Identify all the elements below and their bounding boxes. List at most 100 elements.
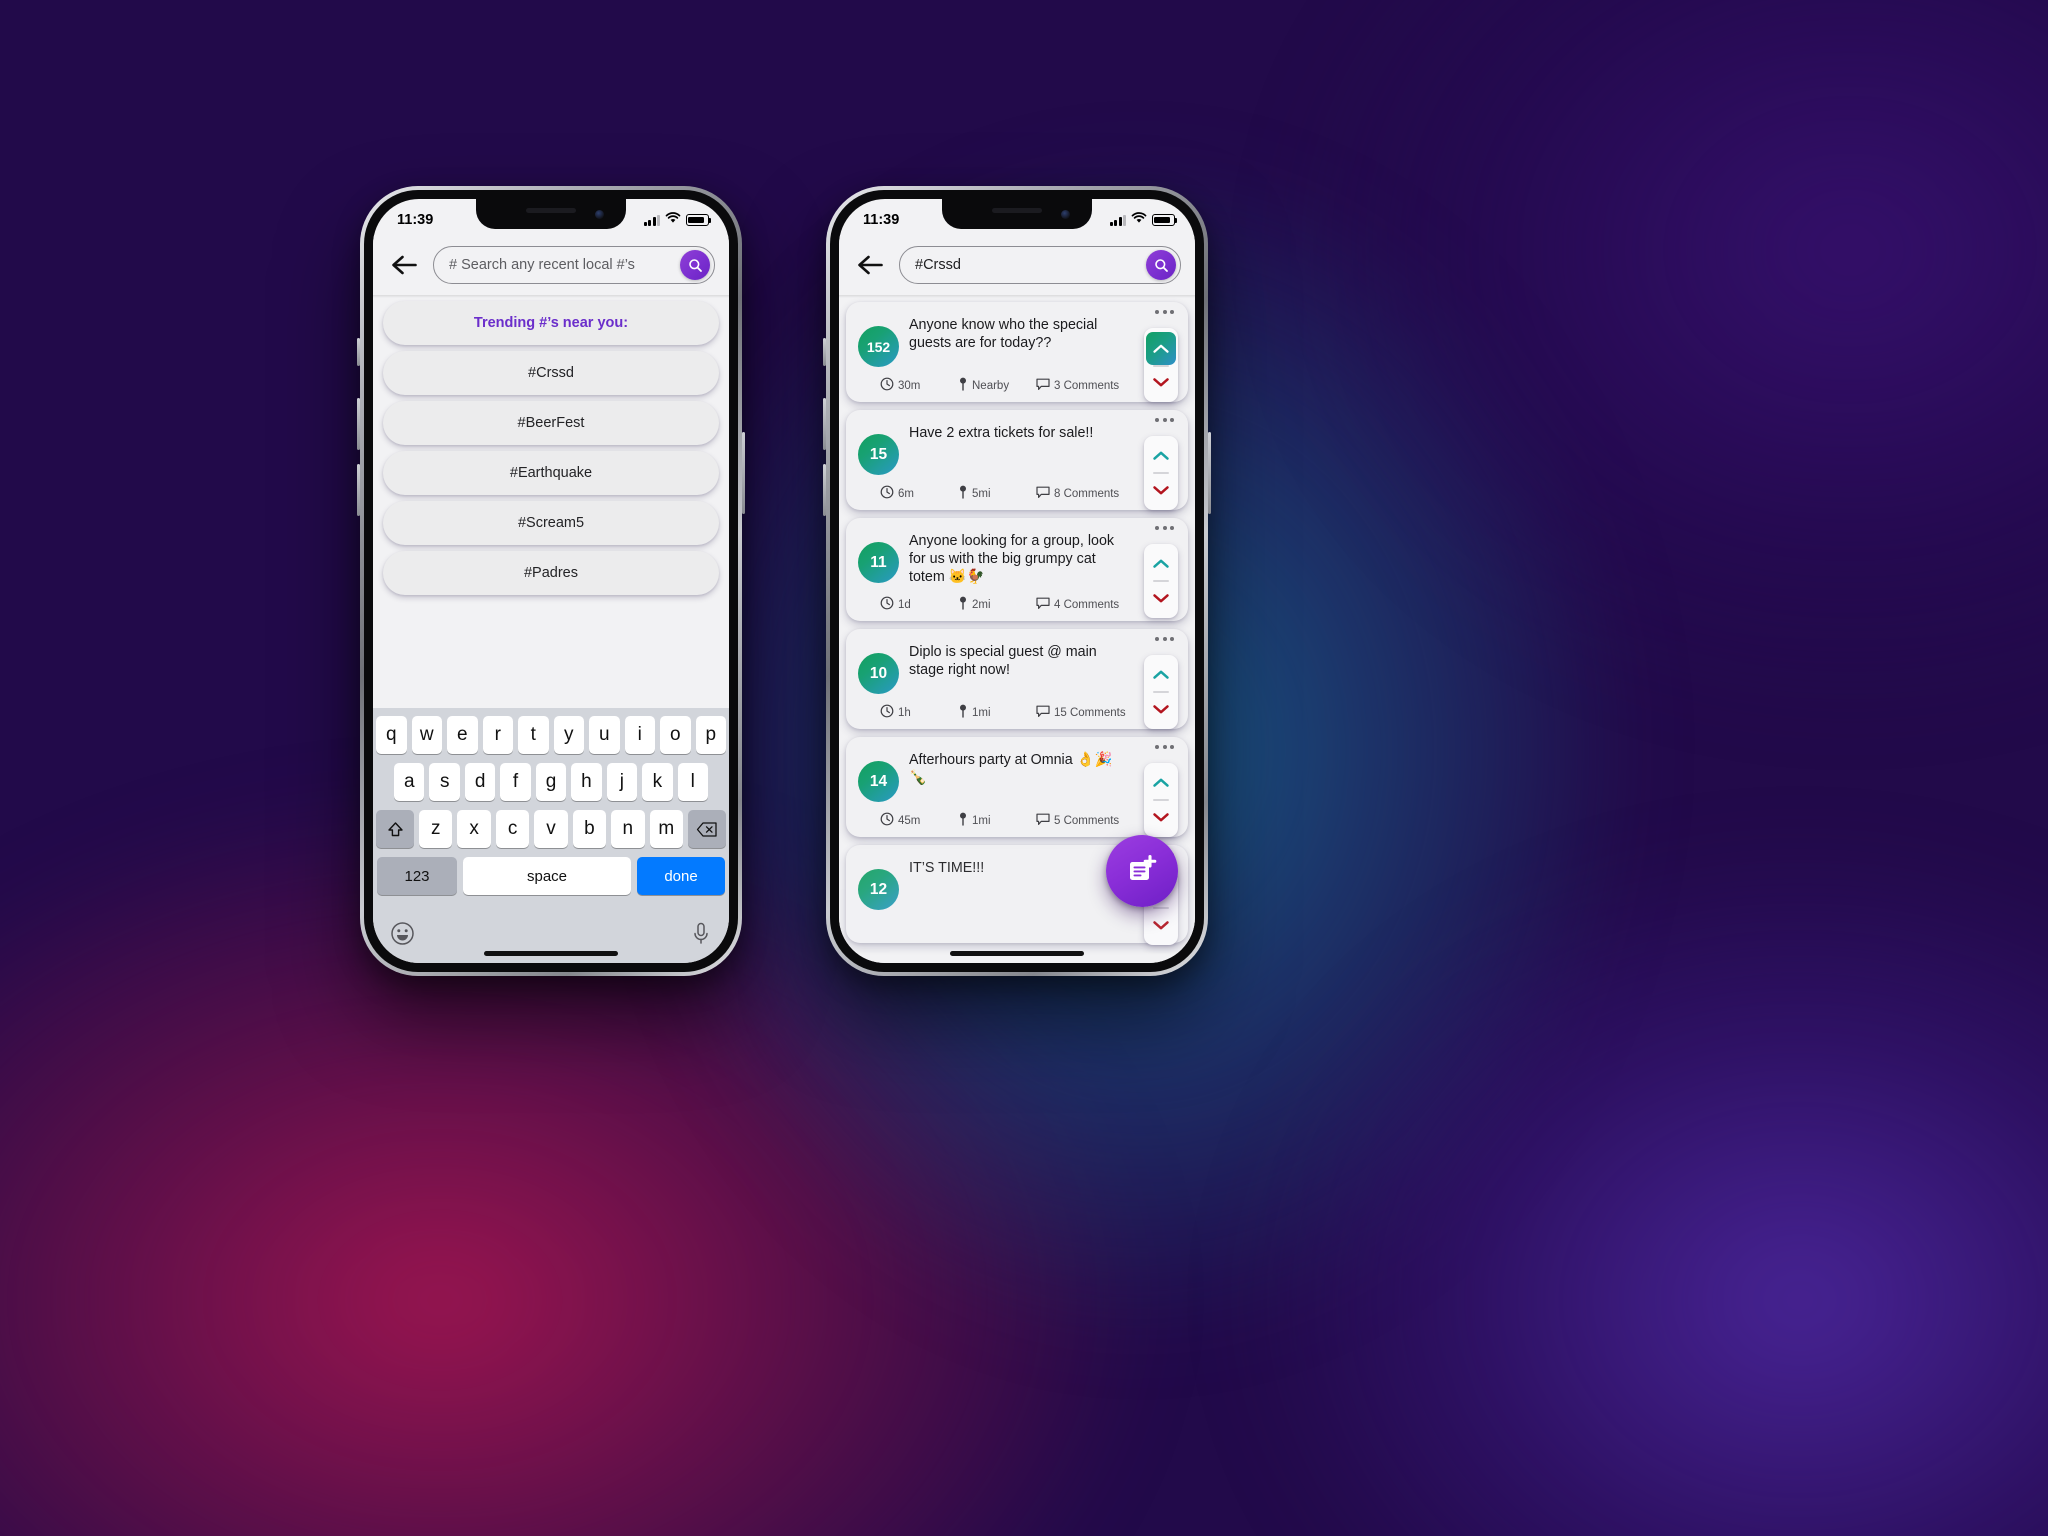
vote-control[interactable]: [1144, 328, 1178, 402]
back-arrow-icon[interactable]: [389, 249, 421, 281]
more-options-icon[interactable]: [1155, 526, 1174, 530]
post-comments-label: 8 Comments: [1054, 487, 1120, 500]
volume-up-button[interactable]: [357, 398, 360, 450]
key-i[interactable]: i: [624, 716, 655, 754]
key-e[interactable]: e: [447, 716, 478, 754]
more-options-icon[interactable]: [1155, 745, 1174, 749]
home-indicator[interactable]: [484, 951, 618, 956]
vote-control[interactable]: [1144, 436, 1178, 510]
key-d[interactable]: d: [464, 763, 496, 801]
post-card[interactable]: 10 Diplo is special guest @ main stage r…: [846, 629, 1188, 729]
search-placeholder-text: # Search any recent local #’s: [449, 257, 635, 273]
trending-item-scream5[interactable]: #Scream5: [383, 501, 719, 545]
chevron-up-icon[interactable]: [1144, 549, 1178, 579]
chevron-down-icon[interactable]: [1144, 694, 1178, 724]
key-l[interactable]: l: [677, 763, 708, 801]
done-key[interactable]: done: [637, 857, 725, 895]
on-screen-keyboard[interactable]: q w e r t y u i o p a s d f g h j k l z …: [373, 708, 729, 963]
post-comments[interactable]: 8 Comments: [1036, 486, 1119, 502]
chevron-up-icon[interactable]: [1144, 660, 1178, 690]
key-y[interactable]: y: [553, 716, 584, 754]
volume-up-button[interactable]: [823, 398, 826, 450]
key-q[interactable]: q: [376, 716, 407, 754]
key-c[interactable]: c: [495, 810, 530, 848]
mute-switch[interactable]: [823, 338, 826, 366]
comment-bubble-icon: [1036, 486, 1050, 502]
right-phone-device: 11:39 #Crssd 152 Anyone know who the spe…: [823, 186, 1211, 976]
post-comments-label: 15 Comments: [1054, 706, 1126, 719]
volume-down-button[interactable]: [823, 464, 826, 516]
key-t[interactable]: t: [518, 716, 549, 754]
vote-divider: [1153, 799, 1169, 801]
wifi-icon: [1131, 212, 1147, 228]
map-pin-icon: [958, 812, 968, 829]
more-options-icon[interactable]: [1155, 310, 1174, 314]
trending-item-crssd[interactable]: #Crssd: [383, 351, 719, 395]
key-o[interactable]: o: [660, 716, 691, 754]
trending-item-padres[interactable]: #Padres: [383, 551, 719, 595]
vote-control[interactable]: [1144, 763, 1178, 837]
post-comments[interactable]: 15 Comments: [1036, 705, 1126, 721]
search-input[interactable]: #Crssd: [899, 246, 1181, 284]
trending-item-beerfest[interactable]: #BeerFest: [383, 401, 719, 445]
chevron-down-icon[interactable]: [1144, 475, 1178, 505]
keyboard-row-4: 123 space done: [376, 857, 726, 895]
map-pin-icon: [958, 485, 968, 502]
key-g[interactable]: g: [535, 763, 567, 801]
vote-control[interactable]: [1144, 544, 1178, 618]
numbers-key[interactable]: 123: [377, 857, 457, 895]
key-h[interactable]: h: [571, 763, 602, 801]
key-v[interactable]: v: [534, 810, 568, 848]
more-options-icon[interactable]: [1155, 418, 1174, 422]
chevron-down-icon[interactable]: [1144, 583, 1178, 613]
key-m[interactable]: m: [649, 810, 683, 848]
vote-control[interactable]: [1144, 655, 1178, 729]
space-key[interactable]: space: [463, 857, 631, 895]
more-options-icon[interactable]: [1155, 637, 1174, 641]
key-z[interactable]: z: [419, 810, 453, 848]
back-arrow-icon[interactable]: [855, 249, 887, 281]
post-time: 1d: [880, 596, 958, 613]
new-post-button[interactable]: [1106, 835, 1178, 907]
post-comments[interactable]: 4 Comments: [1036, 597, 1119, 613]
mute-switch[interactable]: [357, 338, 360, 366]
microphone-icon[interactable]: [690, 921, 712, 951]
chevron-up-icon[interactable]: [1144, 768, 1178, 798]
key-b[interactable]: b: [572, 810, 607, 848]
key-k[interactable]: k: [642, 763, 673, 801]
backspace-icon[interactable]: [687, 810, 726, 848]
trending-item-earthquake[interactable]: #Earthquake: [383, 451, 719, 495]
key-f[interactable]: f: [500, 763, 531, 801]
emoji-smiley-icon[interactable]: [390, 921, 415, 951]
key-r[interactable]: r: [482, 716, 513, 754]
key-u[interactable]: u: [589, 716, 620, 754]
post-card[interactable]: 14 Afterhours party at Omnia 👌🎉🍾 45m 1mi: [846, 737, 1188, 837]
power-button[interactable]: [1208, 432, 1211, 514]
chevron-up-icon[interactable]: [1146, 332, 1176, 366]
post-comments[interactable]: 3 Comments: [1036, 378, 1119, 394]
post-card[interactable]: 152 Anyone know who the special guests a…: [846, 302, 1188, 402]
chevron-down-icon[interactable]: [1144, 802, 1178, 832]
key-w[interactable]: w: [411, 716, 442, 754]
post-card[interactable]: 11 Anyone looking for a group, look for …: [846, 518, 1188, 621]
search-icon[interactable]: [680, 250, 710, 280]
key-s[interactable]: s: [429, 763, 460, 801]
chevron-down-icon[interactable]: [1144, 910, 1178, 940]
key-n[interactable]: n: [611, 810, 645, 848]
post-score: 14: [858, 761, 899, 802]
post-comments[interactable]: 5 Comments: [1036, 813, 1119, 829]
key-p[interactable]: p: [695, 716, 726, 754]
search-icon[interactable]: [1146, 250, 1176, 280]
clock-icon: [880, 596, 894, 613]
search-input[interactable]: # Search any recent local #’s: [433, 246, 715, 284]
volume-down-button[interactable]: [357, 464, 360, 516]
chevron-down-icon[interactable]: [1144, 367, 1178, 397]
shift-up-icon[interactable]: [376, 810, 415, 848]
power-button[interactable]: [742, 432, 745, 514]
key-x[interactable]: x: [457, 810, 491, 848]
key-a[interactable]: a: [394, 763, 425, 801]
post-card[interactable]: 15 Have 2 extra tickets for sale!! 6m 5m…: [846, 410, 1188, 510]
home-indicator[interactable]: [950, 951, 1084, 956]
chevron-up-icon[interactable]: [1144, 441, 1178, 471]
key-j[interactable]: j: [606, 763, 638, 801]
